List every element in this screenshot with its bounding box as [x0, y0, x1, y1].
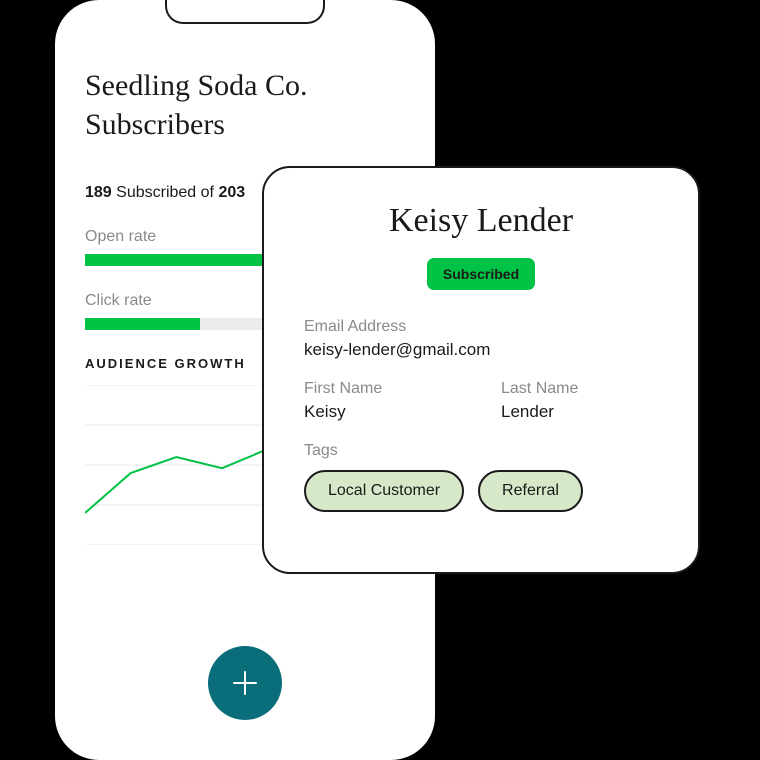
email-label: Email Address [304, 318, 658, 336]
page-title-line2: Subscribers [85, 108, 225, 141]
contact-detail-card: Keisy Lender Subscribed Email Address ke… [262, 166, 700, 574]
click-rate-fill [85, 318, 200, 330]
status-badge: Subscribed [427, 258, 535, 290]
tags-row: Local Customer Referral [304, 470, 658, 512]
subscribed-count: 189 [85, 184, 112, 201]
total-count: 203 [218, 184, 245, 201]
first-name-label: First Name [304, 380, 461, 398]
page-title-line1: Seedling Soda Co. [85, 69, 308, 102]
tag-referral[interactable]: Referral [478, 470, 583, 512]
first-name-field: First Name Keisy [304, 380, 461, 422]
email-value: keisy-lender@gmail.com [304, 340, 658, 360]
phone-notch [165, 0, 325, 24]
subscribed-label: Subscribed of [112, 184, 219, 201]
tag-local-customer[interactable]: Local Customer [304, 470, 464, 512]
plus-icon [231, 669, 259, 697]
name-fields: First Name Keisy Last Name Lender [304, 380, 658, 422]
last-name-value: Lender [501, 402, 658, 422]
first-name-value: Keisy [304, 402, 461, 422]
badge-wrap: Subscribed [304, 258, 658, 290]
last-name-label: Last Name [501, 380, 658, 398]
email-field: Email Address keisy-lender@gmail.com [304, 318, 658, 360]
contact-name: Keisy Lender [304, 202, 658, 240]
add-button[interactable] [208, 646, 282, 720]
last-name-field: Last Name Lender [501, 380, 658, 422]
tags-label: Tags [304, 442, 658, 460]
tags-field: Tags Local Customer Referral [304, 442, 658, 512]
page-title: Seedling Soda Co. Subscribers [85, 66, 405, 144]
